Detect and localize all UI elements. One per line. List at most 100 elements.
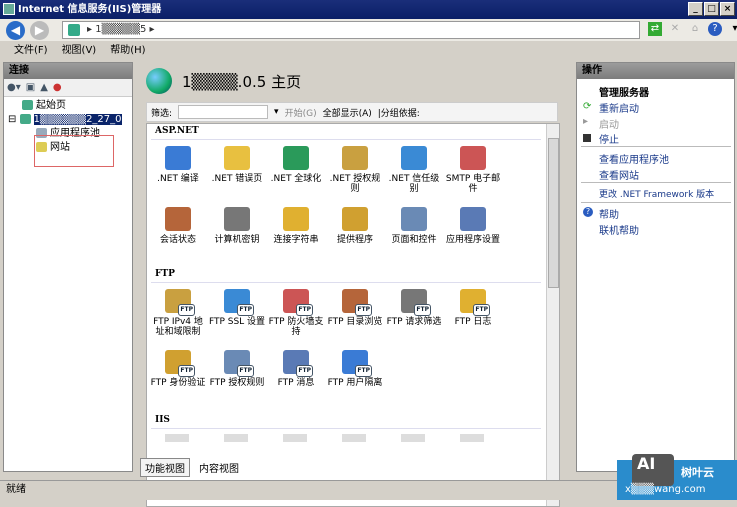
feature-item[interactable]: 计算机密钥	[208, 207, 266, 245]
change-framework-link[interactable]: 更改 .NET Framework 版本	[599, 187, 714, 200]
connections-toolbar: ●▾ ▣ ▲ ●	[4, 79, 132, 97]
feature-item[interactable]: .NET 全球化	[267, 146, 325, 184]
help-link[interactable]: 帮助	[599, 206, 619, 221]
center-panel: 1▒▒▒▒.0.5 主页 筛选: ▾ 开始(G) 全部显示(A) |分组依据: A…	[140, 62, 570, 507]
dropdown-icon[interactable]: ▾	[274, 107, 279, 117]
feature-item[interactable]: .NET 编译	[149, 146, 207, 184]
feature-item[interactable]: FTP FTP IPv4 地址和域限制	[149, 289, 207, 337]
restart-icon: ⟳	[583, 101, 592, 112]
menu-help[interactable]: 帮助(H)	[110, 42, 145, 60]
home-icon[interactable]: ⌂	[688, 22, 702, 36]
feature-item[interactable]: .NET 信任级别	[385, 146, 443, 194]
feature-icon	[401, 146, 427, 170]
highlight-box	[34, 135, 114, 167]
feature-item[interactable]: .NET 错误页	[208, 146, 266, 184]
feature-icon	[401, 434, 425, 442]
disconnect-icon[interactable]: ●	[53, 82, 62, 93]
feature-icon: FTP	[342, 350, 372, 377]
ftp-badge-icon: FTP	[355, 365, 372, 377]
start-button[interactable]: 开始(G)	[285, 106, 317, 119]
feature-item[interactable]: .NET 授权规则	[326, 146, 384, 194]
feature-label: 计算机密钥	[214, 235, 260, 245]
feature-label: .NET 信任级别	[388, 174, 440, 194]
feature-item[interactable]: 应用程序设置	[444, 207, 502, 245]
feature-label: FTP 授权规则	[209, 378, 265, 388]
feature-item[interactable]: FTP FTP 日志	[444, 289, 502, 327]
feature-icon	[224, 434, 248, 442]
refresh-icon[interactable]: ⇄	[648, 22, 662, 36]
watermark-url: x▒▒▒wang.com	[625, 484, 706, 495]
feature-item[interactable]: 会话状态	[149, 207, 207, 245]
view-sites-link[interactable]: 查看网站	[599, 167, 639, 182]
feature-label: SMTP 电子邮件	[445, 174, 501, 194]
online-help-link[interactable]: 联机帮助	[599, 222, 639, 237]
server-icon	[68, 24, 80, 36]
feature-label: FTP SSL 设置	[208, 317, 266, 327]
forward-button[interactable]: ▶	[30, 21, 49, 40]
feature-item[interactable]: 连接字符串	[267, 207, 325, 245]
feature-item[interactable]: FTP FTP 目录浏览	[326, 289, 384, 327]
stop-icon[interactable]: ✕	[668, 22, 682, 36]
tab-content-view[interactable]: 内容视图	[194, 458, 244, 477]
feature-item[interactable]: FTP FTP 身份验证	[149, 350, 207, 388]
tab-features-view[interactable]: 功能视图	[140, 458, 190, 477]
divider	[581, 202, 731, 203]
page-title: 1▒▒▒▒.0.5 主页	[182, 72, 302, 91]
back-button[interactable]: ◀	[6, 21, 25, 40]
connections-panel: 连接 ●▾ ▣ ▲ ● 起始页 ⊟ 1▒▒▒▒▒▒2_27_0 应用程序池 网站	[3, 62, 133, 472]
ftp-badge-icon: FTP	[296, 304, 313, 316]
help-icon[interactable]: ?	[708, 22, 722, 36]
filter-label: 筛选:	[151, 108, 173, 119]
menu-file[interactable]: 文件(F)	[14, 42, 48, 60]
feature-icon: FTP	[401, 289, 431, 316]
feature-icon: FTP	[224, 350, 254, 377]
feature-icon	[165, 207, 191, 231]
chevron-down-icon[interactable]: ▾	[728, 22, 737, 36]
save-icon[interactable]: ▣	[26, 82, 35, 93]
restart-link[interactable]: 重新启动	[599, 100, 639, 115]
feature-item[interactable]: FTP FTP 用户隔离	[326, 350, 384, 388]
feature-item[interactable]: FTP FTP 授权规则	[208, 350, 266, 388]
feature-icon: FTP	[165, 350, 195, 377]
feature-item[interactable]: FTP FTP 请求筛选	[385, 289, 443, 327]
feature-item[interactable]: FTP FTP 消息	[267, 350, 325, 388]
connect-icon[interactable]: ●▾	[7, 82, 21, 93]
show-all-button[interactable]: 全部显示(A)	[323, 106, 372, 119]
menu-view[interactable]: 视图(V)	[62, 42, 97, 60]
start-link[interactable]: 启动	[599, 116, 619, 131]
stop-link[interactable]: 停止	[599, 131, 619, 146]
feature-item[interactable]: FTP FTP 防火墙支持	[267, 289, 325, 337]
close-button[interactable]: ×	[720, 2, 735, 16]
page-header: 1▒▒▒▒.0.5 主页	[146, 66, 301, 96]
feature-icon: FTP	[165, 289, 195, 316]
view-app-pools-link[interactable]: 查看应用程序池	[599, 151, 669, 166]
help-icon: ?	[583, 207, 593, 217]
ftp-badge-icon: FTP	[414, 304, 431, 316]
watermark-logo: AI	[632, 454, 674, 486]
maximize-button[interactable]: □	[704, 2, 719, 16]
feature-icon	[283, 146, 309, 170]
feature-item[interactable]: 提供程序	[326, 207, 384, 245]
feature-item[interactable]: SMTP 电子邮件	[444, 146, 502, 194]
up-icon[interactable]: ▲	[40, 82, 48, 93]
stop-icon	[583, 134, 591, 142]
address-bar[interactable]: ▸ 1▒▒▒▒▒5 ▸	[62, 21, 640, 39]
vertical-scrollbar[interactable]	[546, 124, 559, 506]
minimize-button[interactable]: _	[688, 2, 703, 16]
tree-server[interactable]: ⊟ 1▒▒▒▒▒▒2_27_0	[8, 113, 122, 126]
feature-label: FTP 防火墙支持	[268, 317, 324, 337]
feature-label: FTP 用户隔离	[327, 378, 383, 388]
tree-start-page[interactable]: 起始页	[22, 99, 66, 112]
feature-item[interactable]: 页面和控件	[385, 207, 443, 245]
section-heading: FTP	[155, 269, 175, 279]
feature-icon	[460, 207, 486, 231]
scroll-thumb[interactable]	[548, 138, 559, 288]
actions-header: 操作	[577, 63, 734, 79]
feature-label: 提供程序	[336, 235, 373, 245]
ftp-badge-icon: FTP	[237, 365, 254, 377]
ftp-badge-icon: FTP	[473, 304, 490, 316]
feature-item[interactable]: FTP FTP SSL 设置	[208, 289, 266, 327]
filter-input[interactable]	[178, 105, 269, 119]
watermark-brand: 树叶云	[681, 466, 714, 479]
group-by-label[interactable]: |分组依据:	[378, 106, 420, 119]
